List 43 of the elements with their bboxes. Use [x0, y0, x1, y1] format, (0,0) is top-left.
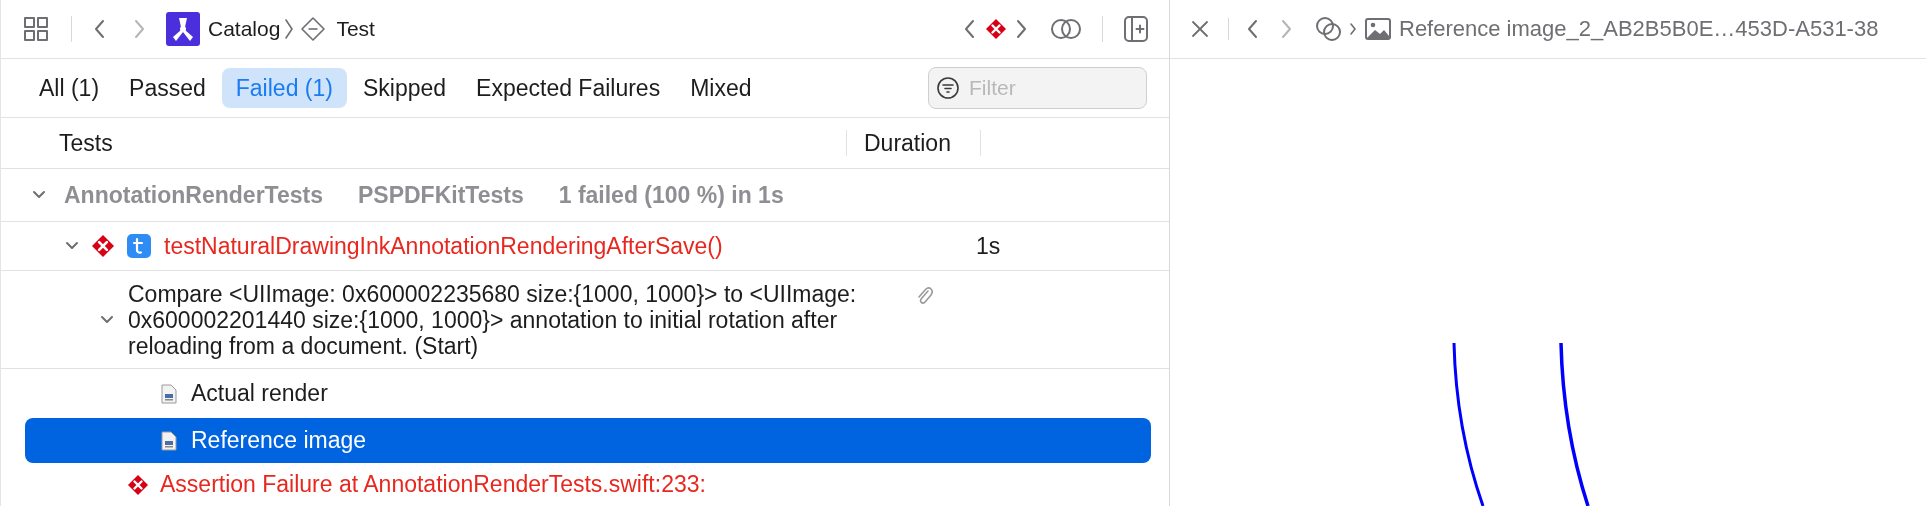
filter-tab[interactable]: Passed [115, 68, 220, 108]
next-issue-icon[interactable] [1016, 19, 1028, 39]
attachment-row[interactable]: Actual render [25, 371, 1151, 416]
image-icon [1365, 18, 1391, 40]
close-icon[interactable] [1190, 19, 1210, 39]
column-header[interactable]: Duration [846, 130, 981, 156]
filter-tab[interactable]: Skipped [348, 68, 461, 108]
image-title: Reference image_2_AB2B5B0E…453D-A531-38 [1399, 16, 1879, 42]
filter-tab[interactable]: Expected Failures [462, 68, 675, 108]
filter-icon [936, 76, 960, 100]
document-icon [161, 383, 177, 404]
filter-field[interactable]: Filter [928, 67, 1147, 109]
test-duration: 1s [976, 232, 1001, 260]
test-summary: 1 failed (100 %) in 1s [558, 181, 784, 209]
overlapping-circles-icon[interactable] [1050, 16, 1082, 42]
add-panel-icon[interactable] [1123, 15, 1149, 43]
back-icon[interactable] [1247, 19, 1259, 39]
test-class-name: AnnotationRenderTests [64, 181, 323, 209]
app-icon[interactable] [166, 12, 200, 46]
previous-issue-icon[interactable] [964, 19, 976, 39]
breadcrumb-item[interactable]: Test [336, 17, 375, 41]
breadcrumb-chevron-icon [1349, 22, 1357, 36]
grid-icon[interactable] [23, 16, 49, 42]
overlapping-circles-icon[interactable] [1315, 16, 1343, 42]
attachment-name: Actual render [191, 380, 328, 407]
breadcrumb-chevron-icon [284, 18, 295, 40]
failure-icon [128, 474, 148, 495]
column-header[interactable]: Tests [1, 129, 846, 157]
attachment-name: Reference image [191, 427, 367, 454]
test-name[interactable]: testNaturalDrawingInkAnnotationRenderingAfterSave() [164, 232, 964, 260]
breadcrumb-item[interactable]: Catalog [208, 17, 281, 41]
activity-description: Compare <UIImage: 0x600002235680 size:{1000, 1000}> to <UIImage: 0x600002201440 size:{1000, 1000}> annotation to initial rotation after reloading from a document. (Start) [128, 280, 858, 359]
issue-icon[interactable] [986, 19, 1006, 39]
failure-message: Assertion Failure at AnnotationRenderTests.swift:233: [160, 471, 706, 498]
test-type-icon [126, 233, 152, 259]
filter-tab[interactable]: All (1) [25, 68, 114, 108]
diamond-minus-icon [300, 16, 327, 42]
paperclip-icon [916, 285, 934, 307]
document-icon [161, 430, 177, 451]
back-icon[interactable] [94, 19, 106, 39]
attachment-row[interactable]: Reference image [25, 418, 1151, 463]
filter-tab[interactable]: Mixed [676, 68, 766, 108]
test-target-name: PSPDFKitTests [358, 181, 524, 209]
